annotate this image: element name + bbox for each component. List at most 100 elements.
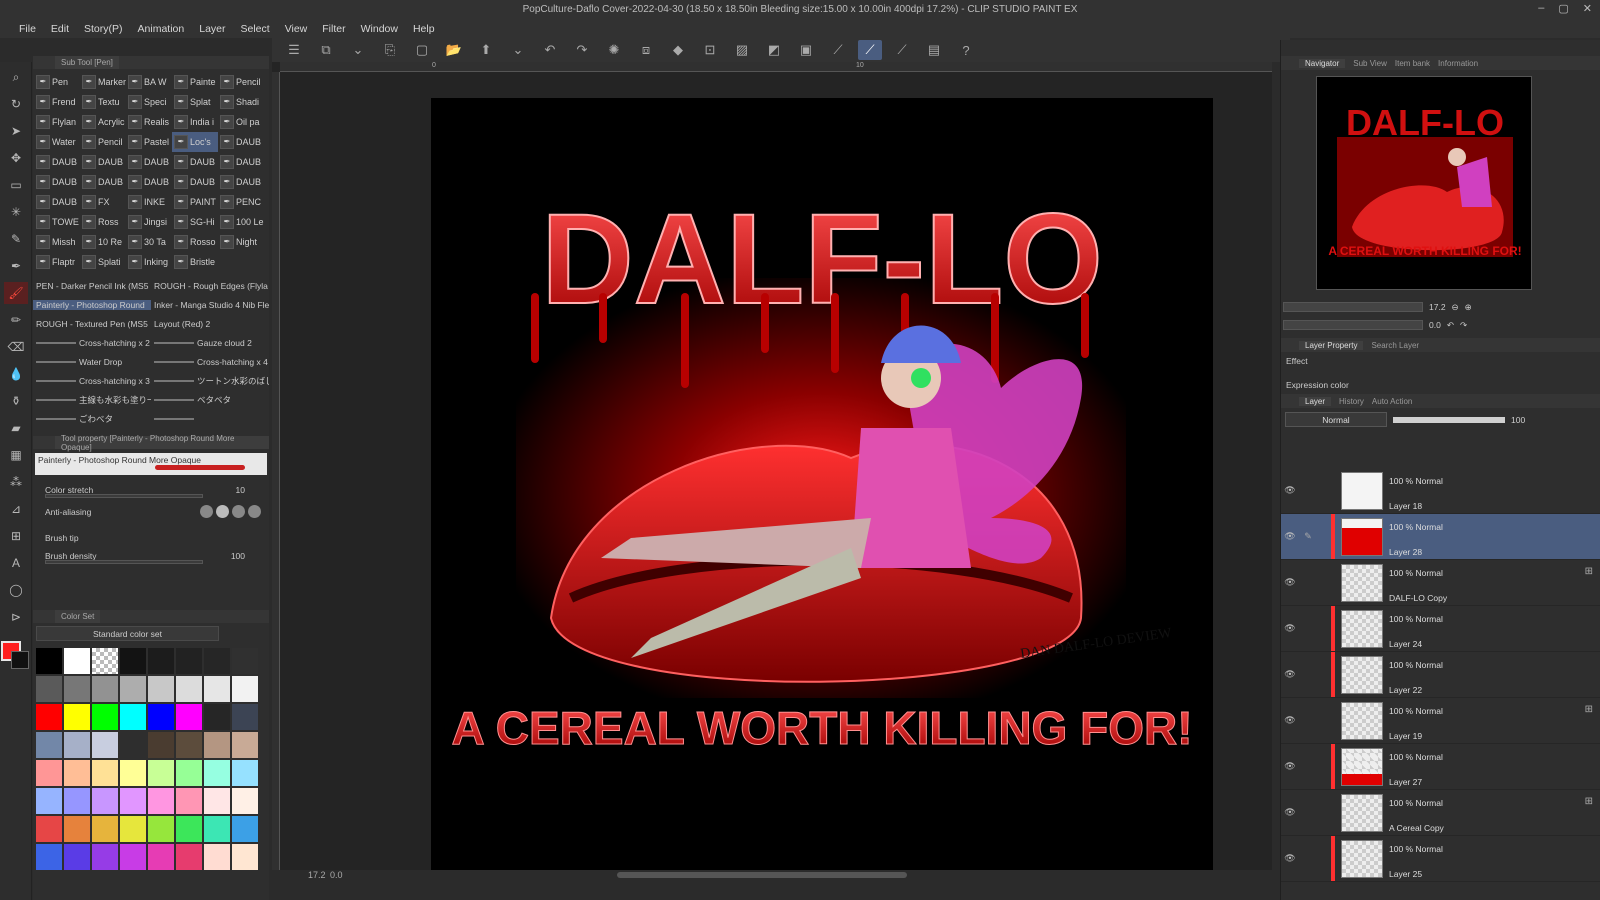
tab-sub-view[interactable]: Sub View — [1353, 59, 1387, 68]
brush-item[interactable]: Water Drop — [33, 357, 151, 367]
brush-item[interactable]: ROUGH - Rough Edges (Flyla — [151, 281, 269, 291]
sub-tool-item[interactable]: ✒ Night — [218, 232, 264, 252]
sub-tool-item[interactable]: ✒ Missh — [34, 232, 80, 252]
sub-tool-item[interactable]: ✒ Textu — [80, 92, 126, 112]
color-swatch[interactable] — [147, 675, 175, 703]
color-swatch[interactable] — [35, 731, 63, 759]
color-set-tab[interactable]: Color Set — [55, 610, 101, 623]
color-swatch[interactable] — [91, 787, 119, 815]
nav-angle-slider[interactable] — [1283, 320, 1423, 330]
blend-icon[interactable]: 💧 — [4, 363, 28, 385]
menu-select[interactable]: Select — [234, 23, 278, 35]
color-swatch[interactable] — [63, 815, 91, 843]
color-swatch[interactable] — [91, 815, 119, 843]
visibility-eye-icon[interactable]: 👁 — [1281, 514, 1299, 559]
color-swatch[interactable] — [175, 843, 203, 871]
new-file-icon[interactable]: ▢ — [410, 40, 434, 60]
blend-mode-select[interactable]: Normal — [1285, 412, 1387, 427]
navigator-preview[interactable]: DALF-LO A CEREAL WORTH KILLING FOR! — [1316, 76, 1532, 290]
color-swatch[interactable] — [147, 647, 175, 675]
sub-tool-item[interactable]: ✒ Inking — [126, 252, 172, 272]
sub-tool-tab[interactable]: Sub Tool [Pen] — [55, 56, 119, 69]
auto-select-icon[interactable]: ✳ — [4, 201, 28, 223]
nav-zoom-slider[interactable] — [1283, 302, 1423, 312]
operation-icon[interactable]: ➤ — [4, 120, 28, 142]
sub-tool-item[interactable]: ✒ DAUB — [218, 132, 264, 152]
color-swatch[interactable] — [203, 731, 231, 759]
color-swatch[interactable] — [231, 703, 259, 731]
correct-line-icon[interactable]: ⊳ — [4, 606, 28, 628]
sub-tool-item[interactable]: ✒ 10 Re — [80, 232, 126, 252]
sub-tool-item[interactable]: ✒ 30 Ta — [126, 232, 172, 252]
deselect-icon[interactable]: ◩ — [762, 40, 786, 60]
sub-tool-item[interactable]: ✒ Marker — [80, 72, 126, 92]
color-swatch[interactable] — [91, 731, 119, 759]
color-swatch[interactable] — [175, 675, 203, 703]
edit-pen-icon[interactable] — [1299, 560, 1317, 605]
color-swatch[interactable] — [119, 843, 147, 871]
tab-layer-property[interactable]: Layer Property — [1299, 340, 1364, 350]
nav-angle-value[interactable]: 0.0 — [1429, 320, 1441, 330]
sub-tool-item[interactable]: ✒ BA W — [126, 72, 172, 92]
chevron-down-icon[interactable]: ⌄ — [506, 40, 530, 60]
brush-item[interactable]: ベタベタ — [151, 394, 269, 406]
visibility-eye-icon[interactable]: 👁 — [1281, 606, 1299, 651]
fill-icon[interactable]: ◆ — [666, 40, 690, 60]
sub-tool-item[interactable]: ✒ SG-Hi — [172, 212, 218, 232]
sub-tool-item[interactable]: ✒ Pencil — [218, 72, 264, 92]
menu-edit[interactable]: Edit — [44, 23, 77, 35]
color-swatch[interactable] — [147, 731, 175, 759]
sub-tool-item[interactable]: ✒ DAUB — [34, 152, 80, 172]
figure-icon[interactable]: ⊿ — [4, 498, 28, 520]
close-button[interactable]: ✕ — [1583, 2, 1592, 15]
redo-icon[interactable]: ↷ — [570, 40, 594, 60]
edit-pen-icon[interactable] — [1299, 468, 1317, 513]
color-swatch[interactable] — [175, 815, 203, 843]
tab-information[interactable]: Information — [1438, 59, 1478, 68]
tool-property-tab[interactable]: Tool property [Painterly - Photoshop Rou… — [55, 434, 269, 452]
color-swatch[interactable] — [175, 731, 203, 759]
color-swatch[interactable] — [63, 703, 91, 731]
tab-history[interactable]: History — [1339, 397, 1364, 406]
color-swatch[interactable] — [175, 759, 203, 787]
snap-ruler-icon[interactable]: ⟋ — [826, 40, 850, 60]
sub-tool-item[interactable]: ✒ DAUB — [80, 152, 126, 172]
horizontal-scrollbar[interactable] — [617, 872, 907, 878]
color-swatch[interactable] — [203, 647, 231, 675]
sub-color-swatch[interactable] — [11, 651, 29, 669]
color-swatch[interactable] — [231, 675, 259, 703]
sub-tool-item[interactable]: ✒ Loc's — [172, 132, 218, 152]
color-set-select[interactable]: Standard color set — [36, 626, 219, 641]
edit-pen-icon[interactable] — [1299, 836, 1317, 881]
color-swatch[interactable] — [63, 787, 91, 815]
sub-tool-item[interactable]: ✒ TOWE — [34, 212, 80, 232]
fill-icon[interactable]: ▰ — [4, 417, 28, 439]
brush-item[interactable]: PEN - Darker Pencil Ink (MS5 — [33, 281, 151, 291]
color-swatch[interactable] — [63, 675, 91, 703]
sub-tool-item[interactable]: ✒ DAUB — [172, 172, 218, 192]
status-zoom[interactable]: 17.2 — [308, 870, 326, 880]
color-swatch[interactable] — [231, 843, 259, 871]
color-swatch[interactable] — [63, 731, 91, 759]
sub-tool-item[interactable]: ✒ DAUB — [80, 172, 126, 192]
save-icon[interactable]: ⬆ — [474, 40, 498, 60]
pen-icon[interactable]: ✒ — [4, 255, 28, 277]
color-swatch[interactable] — [35, 703, 63, 731]
color-swatch[interactable] — [175, 787, 203, 815]
menu-icon[interactable]: ☰ — [282, 40, 306, 60]
visibility-eye-icon[interactable]: 👁 — [1281, 652, 1299, 697]
menu-window[interactable]: Window — [354, 23, 406, 35]
color-swatch[interactable] — [231, 787, 259, 815]
menu-help[interactable]: Help — [406, 23, 443, 35]
brush-item[interactable]: Cross-hatching x 4 — [151, 357, 269, 367]
status-angle[interactable]: 0.0 — [330, 870, 343, 880]
brush-item[interactable]: ツートン水彩のばし — [151, 375, 269, 387]
color-swatch[interactable] — [35, 647, 63, 675]
tab-item-bank[interactable]: Item bank — [1395, 59, 1430, 68]
edit-pen-icon[interactable] — [1299, 698, 1317, 743]
tab-navigator[interactable]: Navigator — [1299, 58, 1346, 68]
visibility-eye-icon[interactable]: 👁 — [1281, 698, 1299, 743]
pen-pressure-icon[interactable]: ▤ — [922, 40, 946, 60]
visibility-eye-icon[interactable]: 👁 — [1281, 468, 1299, 513]
color-swatch[interactable] — [63, 647, 91, 675]
